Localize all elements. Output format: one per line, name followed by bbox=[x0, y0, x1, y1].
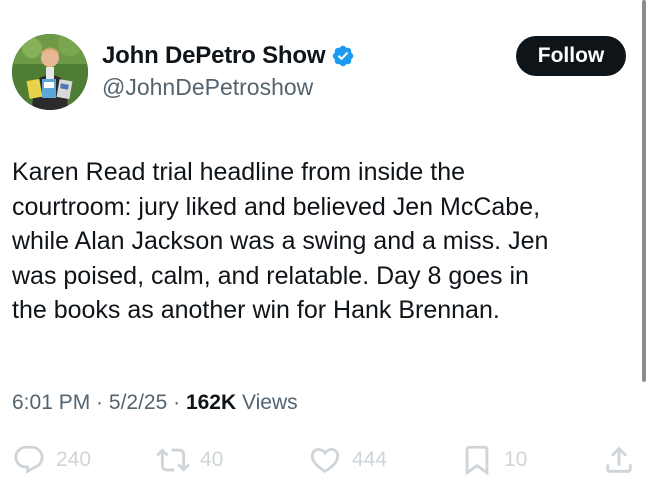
name-row: John DePetro Show bbox=[102, 42, 355, 70]
views-count: 162K bbox=[185, 391, 237, 414]
share-icon bbox=[602, 443, 636, 477]
scrollbar[interactable] bbox=[642, 0, 646, 382]
verified-badge-icon bbox=[331, 44, 355, 68]
bookmark-count: 10 bbox=[504, 448, 528, 471]
reply-button[interactable]: 240 bbox=[12, 440, 91, 478]
user-handle[interactable]: @JohnDePetroshow bbox=[102, 74, 313, 101]
display-name[interactable]: John DePetro Show bbox=[102, 42, 325, 70]
avatar-image bbox=[12, 34, 88, 110]
tweet-time[interactable]: 6:01 PM bbox=[12, 391, 90, 415]
like-button[interactable]: 444 bbox=[308, 440, 387, 478]
like-icon bbox=[308, 443, 342, 477]
bookmark-button[interactable]: 10 bbox=[460, 440, 527, 478]
repost-button[interactable]: 40 bbox=[156, 440, 223, 478]
like-count: 444 bbox=[352, 448, 388, 471]
bookmark-icon bbox=[460, 443, 494, 477]
share-button[interactable] bbox=[602, 440, 636, 478]
reply-icon bbox=[12, 443, 46, 477]
repost-icon bbox=[156, 443, 190, 477]
tweet-date[interactable]: 5/2/25 bbox=[109, 391, 167, 415]
tweet: John DePetro Show @JohnDePetroshow Follo… bbox=[0, 0, 648, 478]
reply-count: 240 bbox=[56, 448, 92, 471]
follow-button[interactable]: Follow bbox=[516, 36, 626, 76]
action-bar: 240 40 444 10 bbox=[0, 440, 648, 478]
meta-separator: · bbox=[167, 391, 186, 414]
avatar[interactable] bbox=[12, 34, 88, 110]
meta-separator: · bbox=[90, 391, 109, 414]
tweet-text: Karen Read trial headline from inside th… bbox=[12, 158, 549, 324]
tweet-meta: 6:01 PM · 5/2/25 · 162K Views bbox=[12, 391, 298, 415]
repost-count: 40 bbox=[200, 448, 224, 471]
views-label: Views bbox=[236, 391, 298, 414]
